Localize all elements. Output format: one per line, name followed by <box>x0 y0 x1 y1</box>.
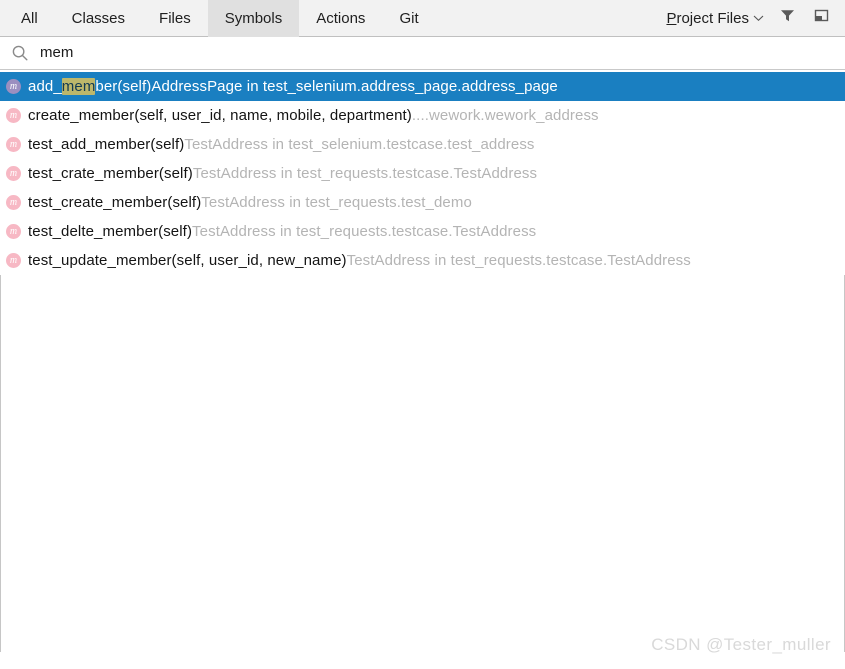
filter-button[interactable] <box>776 7 798 29</box>
result-match-highlight: mem <box>61 78 96 95</box>
result-location: AddressPage in test_selenium.address_pag… <box>151 78 558 95</box>
tab-files[interactable]: Files <box>142 0 208 37</box>
result-location: ....wework.wework_address <box>411 107 599 124</box>
result-name-pre: add_ <box>28 78 62 95</box>
toggle-preview-panel-icon <box>813 7 830 29</box>
scope-label-mnemonic: P <box>666 9 677 27</box>
tab-all[interactable]: All <box>4 0 55 37</box>
table-row[interactable]: m test_update_member(self, user_id, new_… <box>0 246 845 275</box>
scope-label-rest: roject Files <box>676 9 749 27</box>
filter-funnel-icon <box>779 7 796 29</box>
table-row[interactable]: m test_crate_member(self) TestAddress in… <box>0 159 845 188</box>
table-row[interactable]: m create_member(self, user_id, name, mob… <box>0 101 845 130</box>
result-name: test_crate_member(self) <box>28 165 193 182</box>
result-name: add_member(self) <box>28 78 151 95</box>
table-row[interactable]: m test_create_member(self) TestAddress i… <box>0 188 845 217</box>
table-row[interactable]: m add_member(self) AddressPage in test_s… <box>0 72 845 101</box>
result-name: test_delte_member(self) <box>28 223 193 240</box>
result-location: TestAddress in test_requests.testcase.Te… <box>192 165 538 182</box>
method-symbol-icon: m <box>6 79 21 94</box>
result-location: TestAddress in test_requests.testcase.Te… <box>192 223 537 240</box>
search-everywhere-window: All Classes Files Symbols Actions Git Pr… <box>0 0 845 669</box>
result-name-post: ber(self) <box>95 78 152 95</box>
result-location: TestAddress in test_requests.testcase.Te… <box>346 252 691 269</box>
method-symbol-icon: m <box>6 137 21 152</box>
search-magnifier-icon <box>0 44 40 62</box>
search-input[interactable] <box>40 40 845 66</box>
tab-symbols[interactable]: Symbols <box>207 0 300 37</box>
result-location: TestAddress in test_requests.test_demo <box>201 194 472 211</box>
result-name: test_add_member(self) <box>28 136 185 153</box>
watermark: CSDN @Tester_muller <box>651 635 831 654</box>
search-bar[interactable] <box>0 37 845 70</box>
project-files-scope-button[interactable]: Project Files <box>666 10 764 27</box>
result-name: test_create_member(self) <box>28 194 202 211</box>
method-symbol-icon: m <box>6 224 21 239</box>
method-symbol-icon: m <box>6 166 21 181</box>
result-name: create_member(self, user_id, name, mobil… <box>28 107 412 124</box>
results-list: m add_member(self) AddressPage in test_s… <box>0 70 845 275</box>
tab-bar: All Classes Files Symbols Actions Git Pr… <box>0 0 845 37</box>
scope-label: Project Files <box>666 10 749 27</box>
toggle-preview-panel-button[interactable] <box>810 7 832 29</box>
table-row[interactable]: m test_delte_member(self) TestAddress in… <box>0 217 845 246</box>
table-row[interactable]: m test_add_member(self) TestAddress in t… <box>0 130 845 159</box>
method-symbol-icon: m <box>6 108 21 123</box>
tab-actions[interactable]: Actions <box>299 0 382 37</box>
chevron-down-icon[interactable] <box>753 13 764 25</box>
result-name: test_update_member(self, user_id, new_na… <box>28 252 347 269</box>
result-location: TestAddress in test_selenium.testcase.te… <box>184 136 535 153</box>
method-symbol-icon: m <box>6 195 21 210</box>
tab-classes[interactable]: Classes <box>55 0 142 37</box>
method-symbol-icon: m <box>6 253 21 268</box>
tab-git[interactable]: Git <box>382 0 435 37</box>
tab-bar-right-controls: Project Files <box>666 7 845 29</box>
